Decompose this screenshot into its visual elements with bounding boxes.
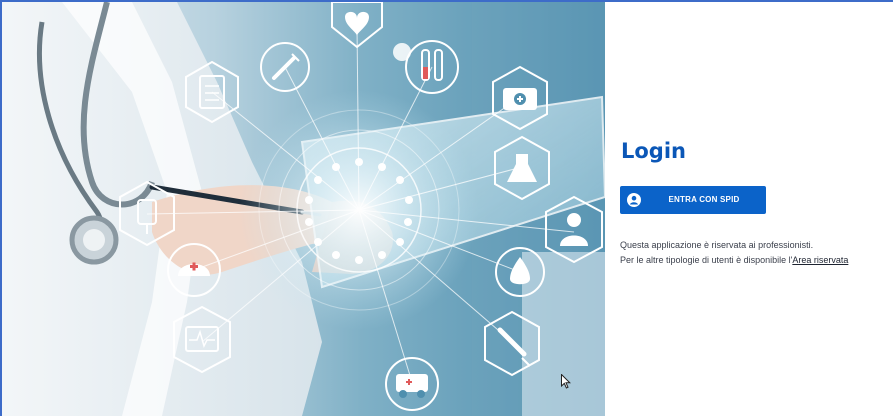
hero-image xyxy=(2,2,605,416)
spid-button-label: ENTRA CON SPID xyxy=(668,195,740,204)
info-line-1: Questa applicazione è riservata ai profe… xyxy=(620,240,814,250)
hero-illustration xyxy=(2,2,605,416)
login-panel: Login ENTRA CON SPID Questa applicazione… xyxy=(605,2,893,416)
info-line-2-text: Per le altre tipologie di utenti è dispo… xyxy=(620,255,793,265)
mouse-cursor-icon xyxy=(561,374,571,389)
info-line-2: Per le altre tipologie di utenti è dispo… xyxy=(620,253,890,268)
user-icon xyxy=(627,193,641,207)
spid-login-button[interactable]: ENTRA CON SPID xyxy=(620,186,766,214)
login-info: Questa applicazione è riservata ai profe… xyxy=(620,238,890,268)
area-riservata-link[interactable]: Area riservata xyxy=(792,255,848,265)
login-title: Login xyxy=(621,139,686,163)
login-page: Login ENTRA CON SPID Questa applicazione… xyxy=(0,0,893,416)
